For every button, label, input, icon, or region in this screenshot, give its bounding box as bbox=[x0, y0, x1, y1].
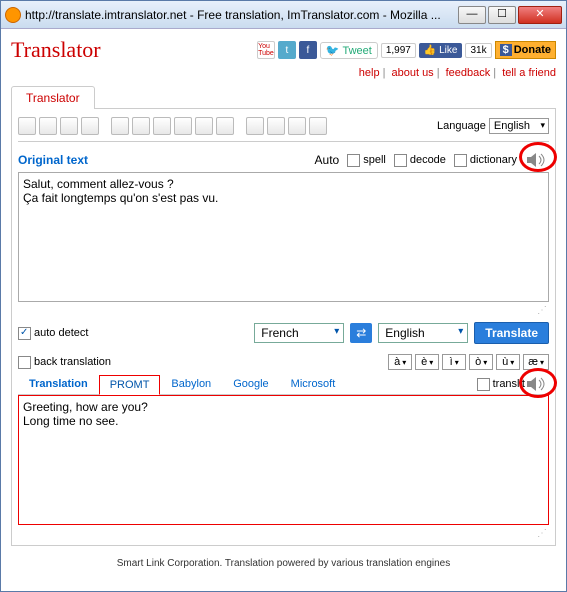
browser-window: http://translate.imtranslator.net - Free… bbox=[0, 0, 567, 592]
like-count: 31k bbox=[465, 43, 491, 58]
from-language-select[interactable]: French bbox=[254, 323, 344, 343]
app-logo: Translator bbox=[11, 37, 101, 63]
tab-microsoft[interactable]: Microsoft bbox=[280, 374, 347, 394]
tweet-count: 1,997 bbox=[381, 43, 416, 58]
speaker-icon[interactable] bbox=[525, 150, 549, 170]
facebook-icon[interactable]: f bbox=[299, 41, 317, 59]
youtube-icon[interactable]: YouTube bbox=[257, 41, 275, 59]
accent-e[interactable]: è bbox=[415, 354, 439, 370]
spell-checkbox[interactable] bbox=[347, 154, 360, 167]
translation-label: Translation bbox=[18, 374, 99, 394]
cut-icon[interactable] bbox=[60, 117, 78, 135]
dictionary-checkbox[interactable] bbox=[454, 154, 467, 167]
dictionary-icon[interactable] bbox=[111, 117, 129, 135]
translation-output[interactable] bbox=[18, 395, 549, 525]
window-title: http://translate.imtranslator.net - Free… bbox=[25, 8, 458, 22]
original-text-label: Original text bbox=[18, 153, 88, 167]
nav-help[interactable]: help bbox=[359, 67, 380, 79]
decode-icon[interactable] bbox=[153, 117, 171, 135]
nav-about[interactable]: about us bbox=[391, 67, 433, 79]
original-text-input[interactable] bbox=[18, 172, 549, 302]
print2-icon[interactable] bbox=[246, 117, 264, 135]
main-tab[interactable]: Translator bbox=[11, 86, 95, 109]
email-icon[interactable] bbox=[267, 117, 285, 135]
tweet-button[interactable]: 🐦 Tweet bbox=[320, 42, 378, 59]
speaker-icon-output[interactable] bbox=[525, 374, 549, 394]
language-select[interactable]: English bbox=[489, 118, 549, 134]
accent-u[interactable]: ù bbox=[496, 354, 520, 370]
auto-label: Auto bbox=[315, 153, 340, 167]
paste-icon[interactable] bbox=[81, 117, 99, 135]
fb-like-button[interactable]: 👍 Like bbox=[419, 43, 463, 58]
translit-checkbox[interactable] bbox=[477, 378, 490, 391]
swap-languages-button[interactable]: ⇄ bbox=[350, 323, 372, 343]
auto-detect-checkbox[interactable] bbox=[18, 327, 31, 340]
accent-o[interactable]: ò bbox=[469, 354, 493, 370]
help-icon[interactable] bbox=[309, 117, 327, 135]
tab-promt[interactable]: PROMT bbox=[99, 375, 161, 395]
to-language-select[interactable]: English bbox=[378, 323, 468, 343]
donate-button[interactable]: Donate bbox=[495, 41, 556, 59]
language-label: Language bbox=[437, 120, 486, 132]
nav-links: help| about us| feedback| tell a friend bbox=[11, 67, 556, 79]
minimize-button[interactable]: — bbox=[458, 6, 486, 24]
twitter-icon[interactable]: t bbox=[278, 41, 296, 59]
accent-ae[interactable]: æ bbox=[523, 354, 549, 370]
keyboard-icon[interactable] bbox=[174, 117, 192, 135]
accent-a[interactable]: à bbox=[388, 354, 412, 370]
titlebar: http://translate.imtranslator.net - Free… bbox=[1, 1, 566, 29]
tts-icon[interactable] bbox=[195, 117, 213, 135]
decode-checkbox[interactable] bbox=[394, 154, 407, 167]
settings-icon[interactable] bbox=[288, 117, 306, 135]
spellcheck-icon[interactable] bbox=[132, 117, 150, 135]
tab-babylon[interactable]: Babylon bbox=[160, 374, 222, 394]
tool-icon[interactable] bbox=[216, 117, 234, 135]
close-button[interactable]: ✕ bbox=[518, 6, 562, 24]
maximize-button[interactable]: ☐ bbox=[488, 6, 516, 24]
toolbar: Language English bbox=[18, 115, 549, 142]
tab-google[interactable]: Google bbox=[222, 374, 279, 394]
nav-feedback[interactable]: feedback bbox=[446, 67, 491, 79]
print-icon[interactable] bbox=[18, 117, 36, 135]
translate-button[interactable]: Translate bbox=[474, 322, 549, 344]
copy-icon[interactable] bbox=[39, 117, 57, 135]
firefox-icon bbox=[5, 7, 21, 23]
accent-i[interactable]: ì bbox=[442, 354, 466, 370]
back-translation-checkbox[interactable] bbox=[18, 356, 31, 369]
nav-tell[interactable]: tell a friend bbox=[502, 67, 556, 79]
footer-text: Smart Link Corporation. Translation powe… bbox=[11, 546, 556, 573]
